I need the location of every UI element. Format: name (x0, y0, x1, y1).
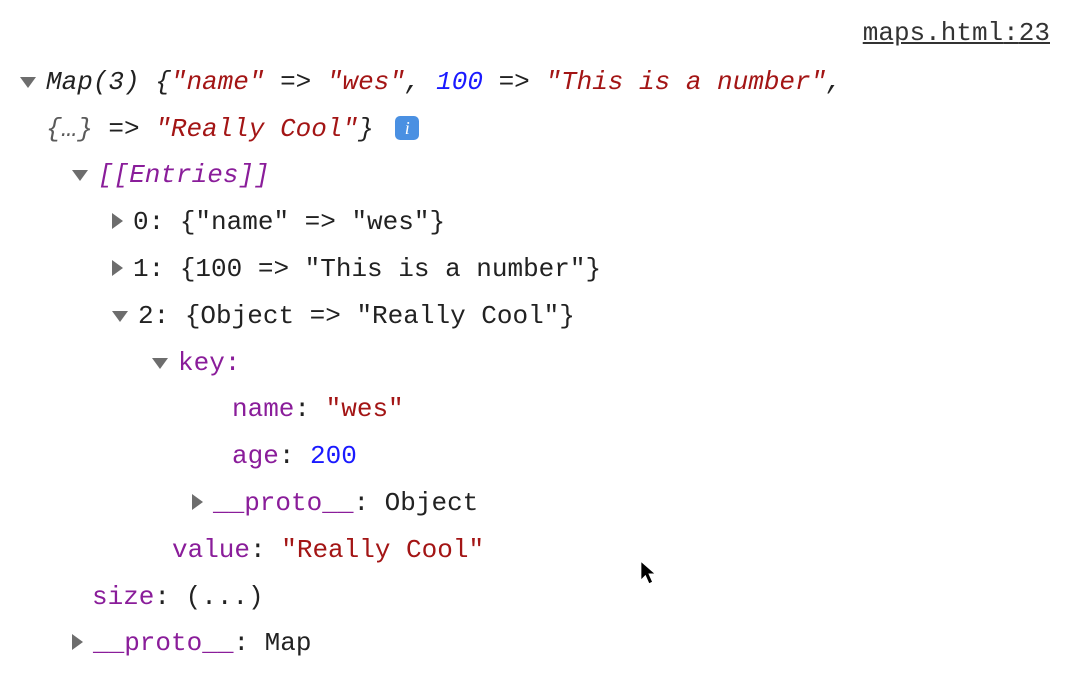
chevron-down-icon[interactable] (20, 77, 36, 88)
size-row[interactable]: size: (...) (92, 574, 1056, 621)
key-row[interactable]: key: (152, 340, 1056, 387)
chevron-down-icon[interactable] (72, 170, 88, 181)
object-summary-row[interactable]: Map(3) {"name" => "wes", 100 => "This is… (20, 59, 1056, 153)
prop-age: age: 200 (232, 433, 1056, 480)
info-icon[interactable]: i (395, 116, 419, 140)
entry-row-1[interactable]: 1: {100 => "This is a number"} (112, 246, 1056, 293)
source-link[interactable]: maps.html:23 (20, 10, 1056, 57)
chevron-right-icon[interactable] (112, 213, 123, 229)
source-line: 23 (1019, 18, 1050, 48)
chevron-down-icon[interactable] (152, 358, 168, 369)
object-summary: Map(3) {"name" => "wes", 100 => "This is… (46, 59, 1056, 153)
chevron-right-icon[interactable] (192, 494, 203, 510)
value-row: value: "Really Cool" (172, 527, 1056, 574)
source-file: maps.html (863, 18, 1003, 48)
entries-header[interactable]: [[Entries]] (72, 152, 1056, 199)
chevron-right-icon[interactable] (112, 260, 123, 276)
chevron-down-icon[interactable] (112, 311, 128, 322)
key-proto-row[interactable]: __proto__: Object (192, 480, 1056, 527)
chevron-right-icon[interactable] (72, 634, 83, 650)
prop-name: name: "wes" (232, 386, 1056, 433)
proto-row[interactable]: __proto__: Map (72, 620, 1056, 667)
entry-row-0[interactable]: 0: {"name" => "wes"} (112, 199, 1056, 246)
entry-row-2[interactable]: 2: {Object => "Really Cool"} (112, 293, 1056, 340)
